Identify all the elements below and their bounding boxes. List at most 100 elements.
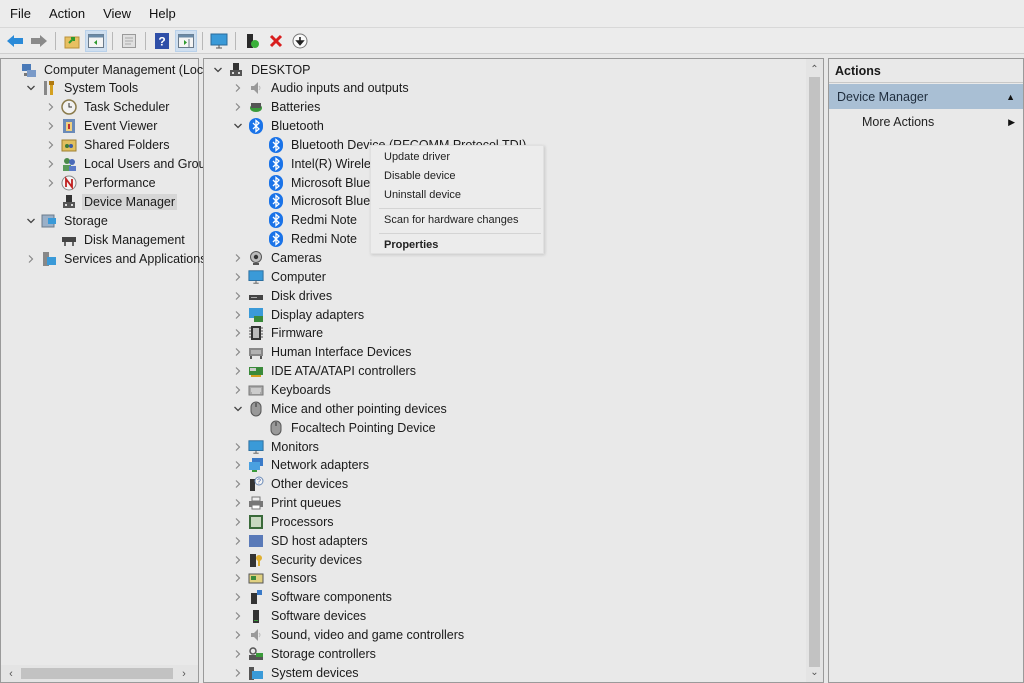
forward-button[interactable] bbox=[28, 30, 50, 52]
collapse-caret-icon[interactable]: ▲ bbox=[1006, 92, 1015, 102]
device-tree-item[interactable]: Batteries bbox=[232, 98, 322, 117]
chevron-right-icon[interactable] bbox=[232, 101, 244, 113]
console-tree-item[interactable]: System Tools bbox=[25, 79, 140, 98]
scrollbar-thumb[interactable] bbox=[21, 668, 173, 679]
context-menu-item-uninstall-device[interactable]: Uninstall device bbox=[384, 186, 461, 203]
actions-item-more-actions[interactable]: More Actions ▶ bbox=[829, 111, 1023, 133]
menu-view[interactable]: View bbox=[99, 6, 139, 21]
chevron-right-icon[interactable] bbox=[232, 82, 244, 94]
chevron-right-icon[interactable] bbox=[232, 497, 244, 509]
chevron-right-icon[interactable] bbox=[232, 271, 244, 283]
vertical-scrollbar[interactable]: ⌃ ⌄ bbox=[806, 59, 823, 682]
device-tree-item[interactable]: Software devices bbox=[232, 607, 368, 626]
chevron-right-icon[interactable] bbox=[232, 554, 244, 566]
device-tree-item[interactable]: Sensors bbox=[232, 569, 319, 588]
chevron-right-icon[interactable] bbox=[232, 327, 244, 339]
device-tree-item[interactable]: Display adapters bbox=[232, 305, 366, 324]
up-level-button[interactable] bbox=[61, 30, 83, 52]
console-tree-item[interactable]: Shared Folders bbox=[45, 136, 171, 155]
update-driver-button[interactable] bbox=[241, 30, 263, 52]
chevron-right-icon[interactable] bbox=[232, 478, 244, 490]
console-tree-item[interactable]: Disk Management bbox=[45, 230, 187, 249]
device-tree-item[interactable]: Redmi Note bbox=[252, 230, 359, 249]
device-tree-item[interactable]: DESKTOP bbox=[212, 60, 313, 79]
device-tree-item[interactable]: Audio inputs and outputs bbox=[232, 79, 411, 98]
device-tree-item[interactable]: Software components bbox=[232, 588, 394, 607]
console-tree-item[interactable]: Local Users and Groups bbox=[45, 155, 221, 174]
chevron-right-icon[interactable] bbox=[45, 101, 57, 113]
chevron-right-icon[interactable] bbox=[232, 572, 244, 584]
device-tree-item[interactable]: Redmi Note bbox=[252, 211, 359, 230]
scrollbar-thumb[interactable] bbox=[809, 77, 820, 667]
context-menu-item-disable-device[interactable]: Disable device bbox=[384, 167, 456, 184]
chevron-right-icon[interactable] bbox=[232, 365, 244, 377]
device-tree-item[interactable]: Bluetooth bbox=[232, 117, 326, 136]
device-tree-item[interactable]: Monitors bbox=[232, 437, 321, 456]
menu-file[interactable]: File bbox=[6, 6, 39, 21]
properties-button[interactable] bbox=[118, 30, 140, 52]
chevron-right-icon[interactable] bbox=[232, 384, 244, 396]
device-tree-item[interactable]: ? Other devices bbox=[232, 475, 350, 494]
back-button[interactable] bbox=[4, 30, 26, 52]
context-menu-item-scan-for-hardware-changes[interactable]: Scan for hardware changes bbox=[384, 211, 519, 228]
console-tree-item[interactable]: Device Manager bbox=[45, 192, 178, 211]
device-tree-item[interactable]: Network adapters bbox=[232, 456, 371, 475]
device-tree-item[interactable]: Print queues bbox=[232, 494, 343, 513]
device-tree-item[interactable]: Mice and other pointing devices bbox=[232, 399, 449, 418]
device-tree-item[interactable]: Computer bbox=[232, 267, 328, 286]
display-button[interactable] bbox=[208, 30, 230, 52]
console-tree-item[interactable]: Task Scheduler bbox=[45, 98, 171, 117]
device-tree-item[interactable]: Keyboards bbox=[232, 380, 333, 399]
chevron-right-icon[interactable] bbox=[232, 516, 244, 528]
chevron-right-icon[interactable] bbox=[45, 177, 57, 189]
chevron-down-icon[interactable] bbox=[232, 403, 244, 415]
chevron-right-icon[interactable] bbox=[232, 441, 244, 453]
help-button[interactable]: ? bbox=[151, 30, 173, 52]
menu-help[interactable]: Help bbox=[145, 6, 184, 21]
show-hide-console-tree-button[interactable] bbox=[85, 29, 107, 52]
scroll-right-icon[interactable]: › bbox=[176, 665, 192, 682]
chevron-down-icon[interactable] bbox=[212, 64, 224, 76]
scroll-down-icon[interactable]: ⌄ bbox=[806, 664, 823, 680]
device-tree-item[interactable]: Processors bbox=[232, 512, 336, 531]
show-hide-action-pane-button[interactable] bbox=[175, 29, 197, 52]
menu-action[interactable]: Action bbox=[45, 6, 93, 21]
device-tree-item[interactable]: Sound, video and game controllers bbox=[232, 626, 466, 645]
scroll-left-icon[interactable]: ‹ bbox=[3, 665, 19, 682]
horizontal-scrollbar[interactable]: ‹ › bbox=[1, 665, 198, 682]
chevron-down-icon[interactable] bbox=[232, 120, 244, 132]
device-tree-item[interactable]: Storage controllers bbox=[232, 644, 378, 663]
chevron-right-icon[interactable] bbox=[232, 346, 244, 358]
context-menu-item-properties[interactable]: Properties bbox=[384, 236, 438, 253]
console-tree-item[interactable]: Event Viewer bbox=[45, 117, 159, 136]
scroll-up-icon[interactable]: ⌃ bbox=[806, 61, 823, 77]
chevron-right-icon[interactable] bbox=[45, 139, 57, 151]
device-tree-item[interactable]: Cameras bbox=[232, 249, 324, 268]
device-tree-item[interactable]: System devices bbox=[232, 663, 361, 682]
chevron-right-icon[interactable] bbox=[232, 459, 244, 471]
uninstall-device-button[interactable] bbox=[265, 30, 287, 52]
console-tree-item[interactable]: Services and Applications bbox=[25, 249, 208, 268]
chevron-right-icon[interactable] bbox=[232, 535, 244, 547]
chevron-right-icon[interactable] bbox=[232, 648, 244, 660]
chevron-down-icon[interactable] bbox=[25, 82, 37, 94]
actions-section-device-manager[interactable]: Device Manager ▲ bbox=[829, 84, 1023, 109]
chevron-right-icon[interactable] bbox=[232, 610, 244, 622]
chevron-down-icon[interactable] bbox=[25, 215, 37, 227]
device-tree-item[interactable]: Firmware bbox=[232, 324, 325, 343]
chevron-right-icon[interactable] bbox=[45, 120, 57, 132]
chevron-right-icon[interactable] bbox=[232, 290, 244, 302]
device-tree-item[interactable]: Human Interface Devices bbox=[232, 343, 413, 362]
device-tree-item[interactable]: Focaltech Pointing Device bbox=[252, 418, 438, 437]
device-tree-item[interactable]: IDE ATA/ATAPI controllers bbox=[232, 362, 418, 381]
chevron-right-icon[interactable] bbox=[232, 309, 244, 321]
device-tree-item[interactable]: SD host adapters bbox=[232, 531, 370, 550]
chevron-right-icon[interactable] bbox=[232, 667, 244, 679]
device-tree-item[interactable]: Security devices bbox=[232, 550, 364, 569]
disable-device-button[interactable] bbox=[289, 30, 311, 52]
chevron-right-icon[interactable] bbox=[232, 591, 244, 603]
console-tree-item[interactable]: Storage bbox=[25, 211, 110, 230]
console-tree-item[interactable]: Computer Management (Local bbox=[5, 60, 215, 79]
console-tree-item[interactable]: Performance bbox=[45, 173, 158, 192]
device-tree-item[interactable]: Disk drives bbox=[232, 286, 334, 305]
